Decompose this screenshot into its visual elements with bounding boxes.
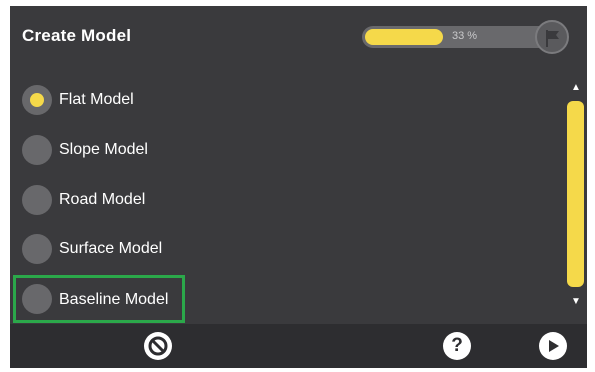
- progress-bar: 33 %: [362, 26, 558, 48]
- option-baseline-model[interactable]: Baseline Model: [13, 275, 185, 323]
- option-surface-model[interactable]: Surface Model: [18, 229, 193, 269]
- cancel-button[interactable]: [144, 332, 172, 360]
- radio-button[interactable]: [22, 234, 52, 264]
- finish-button[interactable]: [535, 20, 569, 54]
- progress-text: 33 %: [452, 30, 478, 42]
- play-next-icon: [549, 340, 559, 352]
- option-label: Road Model: [59, 191, 146, 208]
- next-button[interactable]: [539, 332, 567, 360]
- header: Create Model 33 %: [10, 6, 587, 70]
- option-label: Flat Model: [59, 91, 134, 108]
- create-model-screen: Create Model 33 % Flat Model Slope Model…: [10, 6, 587, 368]
- option-flat-model[interactable]: Flat Model: [18, 80, 193, 120]
- option-label: Surface Model: [59, 240, 163, 257]
- cancel-icon: [148, 336, 168, 356]
- flag-icon: [546, 30, 559, 47]
- arrow-up-icon[interactable]: ▲: [569, 82, 583, 94]
- footer-bar: ?: [10, 324, 587, 368]
- radio-button[interactable]: [22, 185, 52, 215]
- scrollbar-thumb[interactable]: [567, 101, 584, 287]
- progress-fill: [365, 29, 443, 45]
- option-label: Baseline Model: [59, 291, 169, 308]
- option-slope-model[interactable]: Slope Model: [18, 130, 193, 170]
- radio-button[interactable]: [22, 284, 52, 314]
- radio-selected-dot: [30, 93, 44, 107]
- radio-button[interactable]: [22, 85, 52, 115]
- page-title: Create Model: [22, 26, 132, 45]
- help-icon: ?: [451, 335, 463, 356]
- option-road-model[interactable]: Road Model: [18, 180, 193, 220]
- radio-button[interactable]: [22, 135, 52, 165]
- arrow-down-icon[interactable]: ▼: [569, 296, 583, 308]
- option-label: Slope Model: [59, 141, 148, 158]
- help-button[interactable]: ?: [443, 332, 471, 360]
